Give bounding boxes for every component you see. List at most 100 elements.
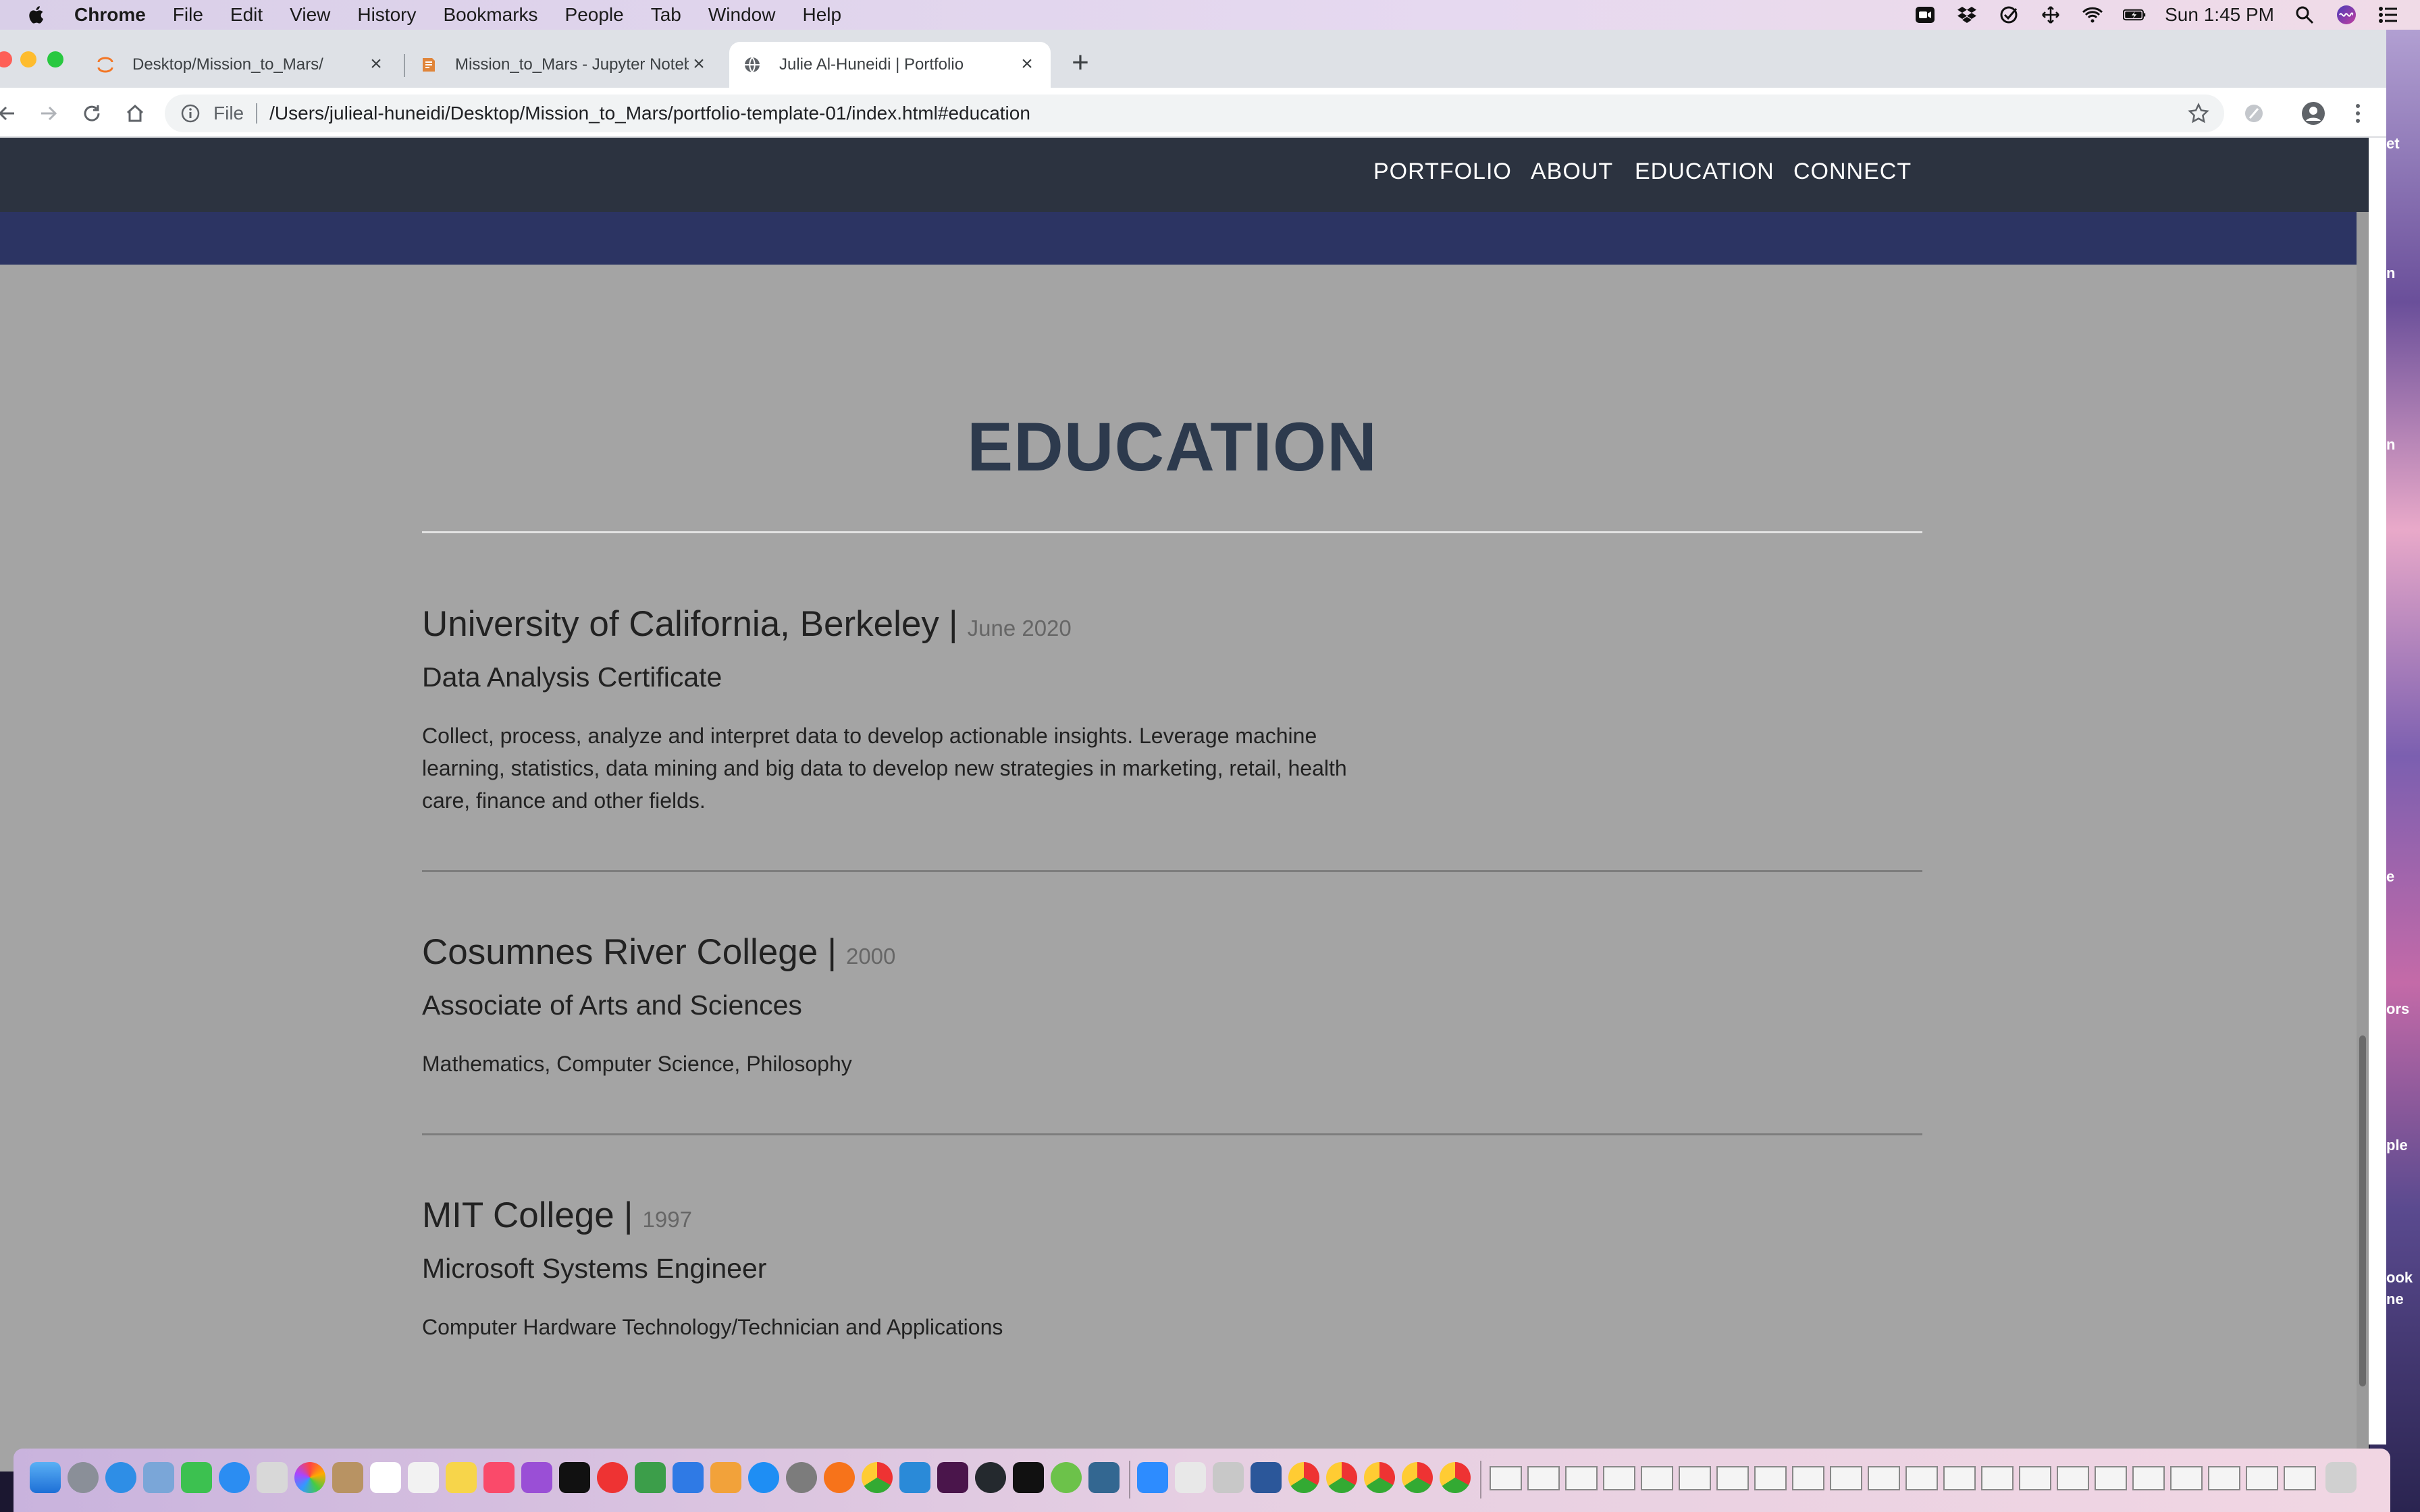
minimized-window-thumbnail[interactable]	[2284, 1466, 2316, 1490]
wifi-icon[interactable]	[2081, 5, 2104, 25]
tab-jupyter-notebook[interactable]: Mission_to_Mars - Jupyter Noteb ×	[405, 42, 722, 88]
close-tab-icon[interactable]: ×	[1017, 54, 1037, 75]
terminal-icon[interactable]	[1013, 1462, 1044, 1493]
minimized-window-thumbnail[interactable]	[1490, 1466, 1522, 1490]
chrome-app-icon[interactable]	[1402, 1462, 1433, 1493]
finder-icon[interactable]	[30, 1462, 61, 1493]
stickies-icon[interactable]	[446, 1462, 477, 1493]
trash-icon[interactable]	[2325, 1462, 2357, 1493]
minimized-window-thumbnail[interactable]	[1565, 1466, 1598, 1490]
photos-icon[interactable]	[294, 1462, 325, 1493]
minimized-window-thumbnail[interactable]	[1830, 1466, 1862, 1490]
address-bar[interactable]: File /Users/julieal-huneidi/Desktop/Miss…	[165, 94, 2224, 132]
nav-about-link[interactable]: ABOUT	[1531, 138, 1613, 212]
slack-icon[interactable]	[937, 1462, 968, 1493]
maximize-window-button[interactable]	[47, 51, 63, 68]
chrome-app-icon[interactable]	[1440, 1462, 1471, 1493]
menu-edit[interactable]: Edit	[230, 4, 263, 26]
minimized-window-thumbnail[interactable]	[1905, 1466, 1938, 1490]
nav-connect-link[interactable]: CONNECT	[1793, 138, 1912, 212]
news-icon[interactable]	[597, 1462, 628, 1493]
close-window-button[interactable]	[0, 51, 12, 68]
facetime-icon[interactable]	[181, 1462, 212, 1493]
zoom-meeting-icon[interactable]	[1914, 5, 1937, 25]
notes-app-icon[interactable]	[332, 1462, 363, 1493]
minimized-window-thumbnail[interactable]	[1679, 1466, 1711, 1490]
menu-bookmarks[interactable]: Bookmarks	[443, 4, 537, 26]
back-icon[interactable]	[0, 100, 20, 127]
chrome-app-icon[interactable]	[1364, 1462, 1395, 1493]
tab-portfolio[interactable]: Julie Al-Huneidi | Portfolio ×	[729, 42, 1051, 88]
firefox-icon[interactable]	[824, 1462, 855, 1493]
forward-icon[interactable]	[35, 100, 62, 127]
minimized-window-thumbnail[interactable]	[2170, 1466, 2203, 1490]
minimized-window-thumbnail[interactable]	[2132, 1466, 2165, 1490]
battery-icon[interactable]	[2123, 5, 2146, 25]
dropbox-icon[interactable]	[1955, 5, 1978, 25]
minimized-window-thumbnail[interactable]	[1943, 1466, 1976, 1490]
chrome-app-icon[interactable]	[1326, 1462, 1357, 1493]
minimized-window-thumbnail[interactable]	[2246, 1466, 2278, 1490]
home-icon[interactable]	[122, 100, 149, 127]
keynote-icon[interactable]	[673, 1462, 704, 1493]
zoom-icon[interactable]	[1137, 1462, 1168, 1493]
github-desktop-icon[interactable]	[975, 1462, 1006, 1493]
minimized-window-thumbnail[interactable]	[2095, 1466, 2127, 1490]
menu-help[interactable]: Help	[802, 4, 841, 26]
minimized-window-thumbnail[interactable]	[1641, 1466, 1673, 1490]
close-tab-icon[interactable]: ×	[689, 54, 709, 75]
url-text[interactable]: /Users/julieal-huneidi/Desktop/Mission_t…	[269, 103, 1030, 124]
chrome-icon[interactable]	[862, 1462, 893, 1493]
app-store-icon[interactable]	[748, 1462, 779, 1493]
reload-icon[interactable]	[78, 100, 105, 127]
menu-view[interactable]: View	[290, 4, 330, 26]
spotlight-search-icon[interactable]	[2293, 5, 2316, 25]
menu-file[interactable]: File	[173, 4, 203, 26]
system-preferences-icon[interactable]	[786, 1462, 817, 1493]
minimized-window-thumbnail[interactable]	[1868, 1466, 1900, 1490]
apple-icon[interactable]	[27, 5, 47, 25]
more-menu-icon[interactable]	[2344, 100, 2371, 127]
move-icon[interactable]	[2039, 5, 2062, 25]
apple-tv-icon[interactable]	[559, 1462, 590, 1493]
reminders-icon[interactable]	[408, 1462, 439, 1493]
task-check-icon[interactable]	[1997, 5, 2020, 25]
menu-tab[interactable]: Tab	[651, 4, 681, 26]
profile-avatar-icon[interactable]	[2300, 100, 2327, 127]
document-icon[interactable]	[1175, 1462, 1206, 1493]
minimized-window-thumbnail[interactable]	[1792, 1466, 1824, 1490]
info-icon[interactable]	[180, 103, 201, 124]
word-icon[interactable]	[1251, 1462, 1282, 1493]
safari-icon[interactable]	[105, 1462, 136, 1493]
music-icon[interactable]	[483, 1462, 515, 1493]
pages-icon[interactable]	[710, 1462, 741, 1493]
minimized-window-thumbnail[interactable]	[2019, 1466, 2051, 1490]
nav-education-link[interactable]: EDUCATION	[1635, 138, 1774, 212]
menubar-clock[interactable]: Sun 1:45 PM	[2165, 4, 2274, 26]
bookmark-star-icon[interactable]	[2188, 103, 2209, 124]
minimize-window-button[interactable]	[20, 51, 36, 68]
minimized-window-thumbnail[interactable]	[2208, 1466, 2240, 1490]
vscode-icon[interactable]	[899, 1462, 930, 1493]
podcasts-icon[interactable]	[521, 1462, 552, 1493]
messages-icon[interactable]	[219, 1462, 250, 1493]
nav-portfolio-link[interactable]: PORTFOLIO	[1373, 138, 1512, 212]
postgresql-icon[interactable]	[1088, 1462, 1120, 1493]
anaconda-icon[interactable]	[1051, 1462, 1082, 1493]
menu-history[interactable]: History	[357, 4, 416, 26]
notification-center-icon[interactable]	[2377, 5, 2400, 25]
launchpad-icon[interactable]	[68, 1462, 99, 1493]
minimized-window-thumbnail[interactable]	[1603, 1466, 1635, 1490]
minimized-window-thumbnail[interactable]	[1754, 1466, 1787, 1490]
scrollbar-thumb[interactable]	[2359, 1035, 2366, 1386]
contacts-icon[interactable]	[257, 1462, 288, 1493]
close-tab-icon[interactable]: ×	[366, 54, 386, 75]
menu-window[interactable]: Window	[708, 4, 776, 26]
minimized-window-thumbnail[interactable]	[1981, 1466, 2014, 1490]
minimized-window-thumbnail[interactable]	[1527, 1466, 1560, 1490]
minimized-window-thumbnail[interactable]	[1716, 1466, 1749, 1490]
menu-people[interactable]: People	[565, 4, 624, 26]
menu-app-name[interactable]: Chrome	[74, 4, 146, 26]
python-launcher-icon[interactable]	[1213, 1462, 1244, 1493]
numbers-icon[interactable]	[635, 1462, 666, 1493]
